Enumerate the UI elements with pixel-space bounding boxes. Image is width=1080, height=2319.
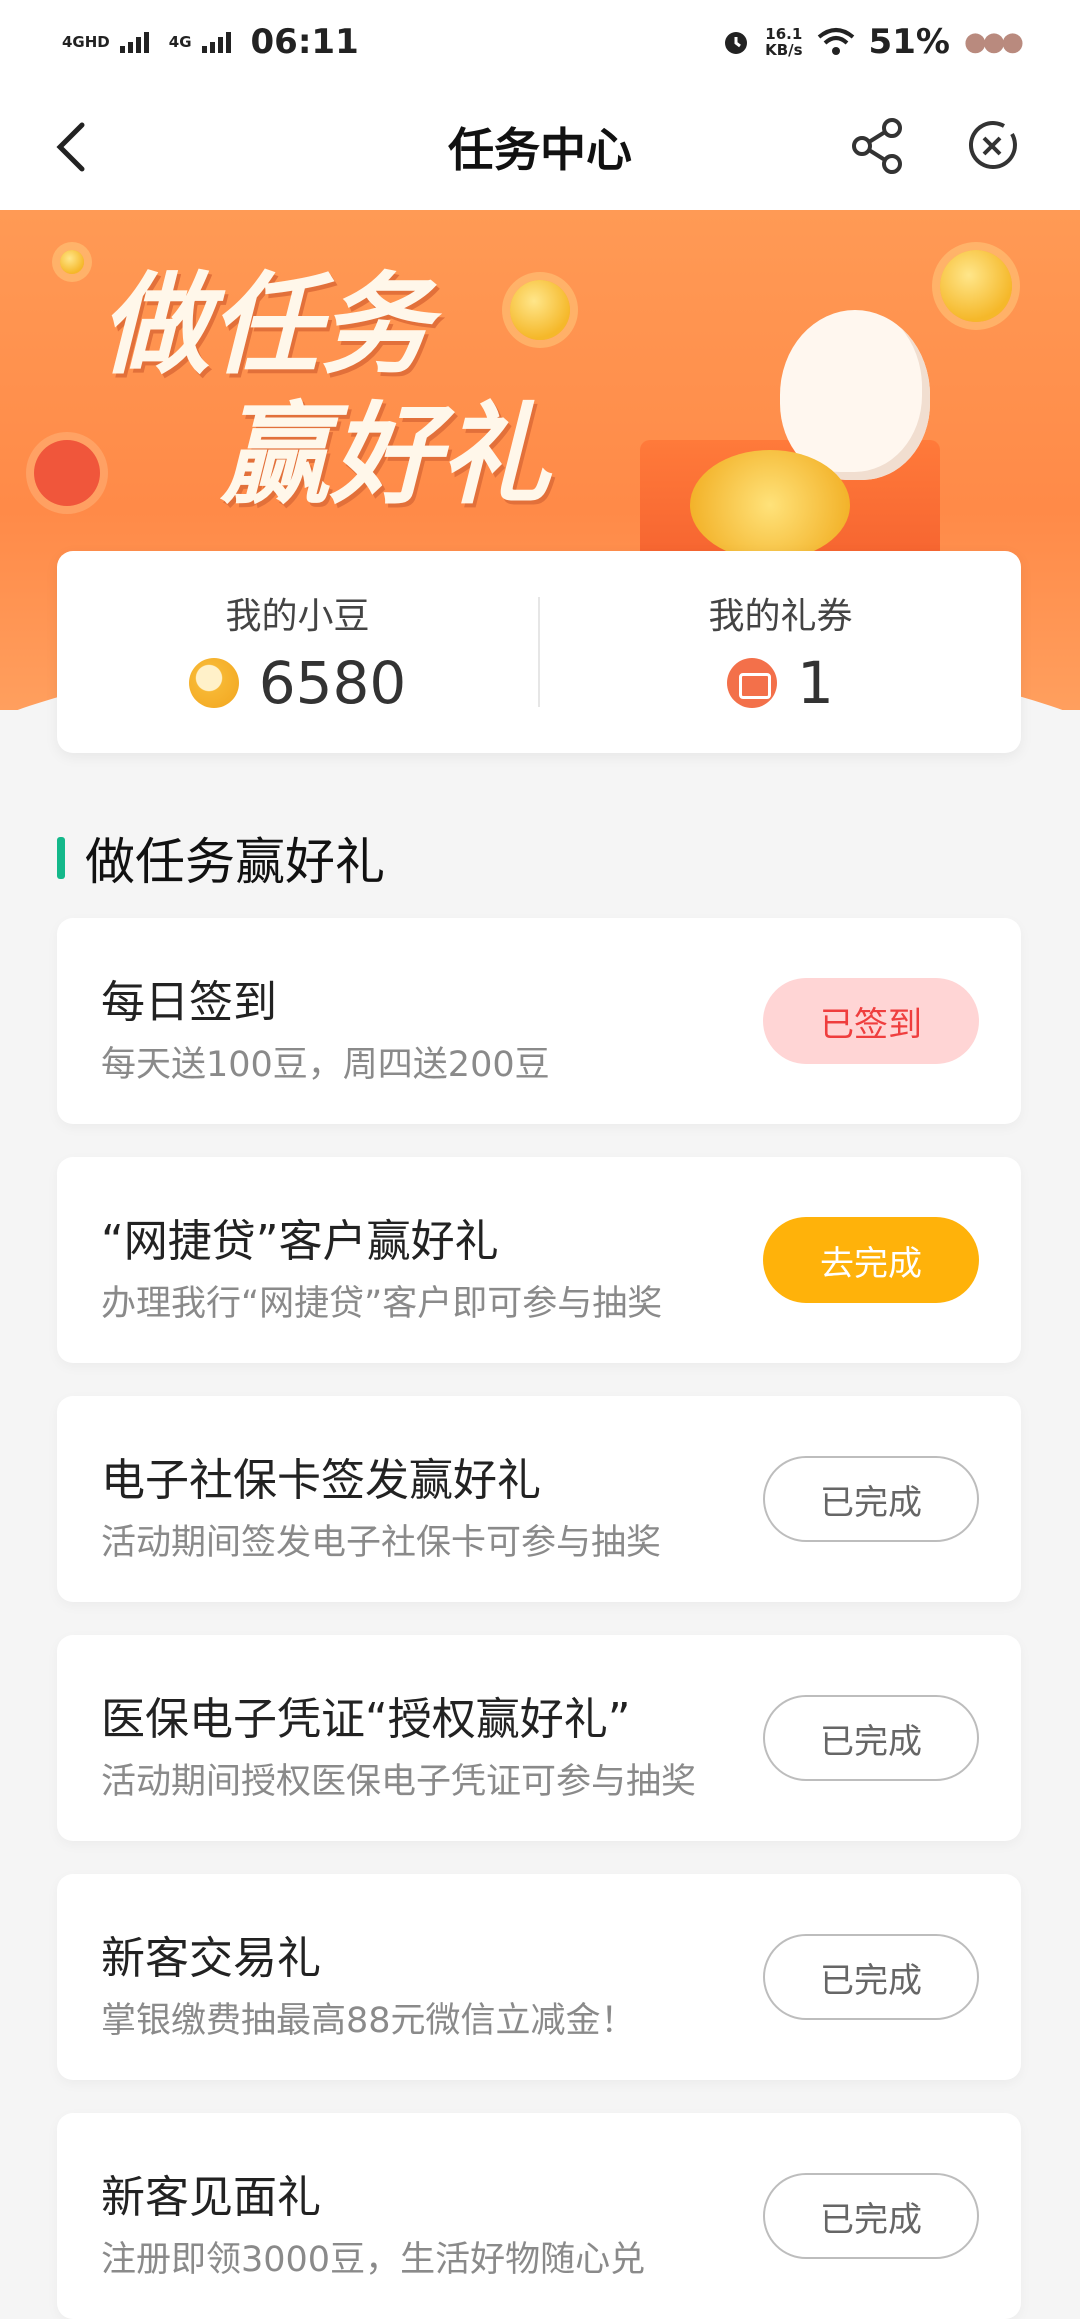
task-card: 电子社保卡签发赢好礼 活动期间签发电子社保卡可参与抽奖 已完成: [57, 1396, 1021, 1602]
bean-icon: [188, 658, 239, 708]
beans-label: 我的小豆: [225, 596, 370, 637]
task-desc: 办理我行“网捷贷”客户即可参与抽奖: [101, 1284, 663, 1324]
coin-decoration-icon: [60, 250, 84, 274]
coin-decoration-icon: [940, 250, 1012, 322]
task-title: 新客见面礼: [101, 2172, 321, 2223]
task-title: “网捷贷”客户赢好礼: [101, 1216, 499, 1267]
task-desc: 注册即领3000豆，生活好物随心兑: [101, 2240, 646, 2280]
beans-value: 6580: [258, 649, 407, 717]
section-accent-bar: [57, 837, 65, 879]
signed-in-button[interactable]: 已签到: [763, 978, 979, 1064]
banner-title: 做任务 赢好礼: [100, 260, 550, 520]
task-desc: 活动期间签发电子社保卡可参与抽奖: [101, 1523, 662, 1563]
gold-coins-icon: [690, 450, 850, 560]
coupons-stat[interactable]: 我的礼券 1: [540, 587, 1021, 717]
coupons-value: 1: [797, 649, 834, 717]
section-title: 做任务赢好礼: [85, 833, 385, 891]
coupons-label: 我的礼券: [708, 596, 853, 637]
task-card: 医保电子凭证“授权赢好礼” 活动期间授权医保电子凭证可参与抽奖 已完成: [57, 1635, 1021, 1841]
stats-card: 我的小豆 6580 我的礼券 1: [57, 551, 1021, 753]
signal-icon-2: [201, 31, 231, 53]
close-icon[interactable]: [960, 114, 1024, 178]
status-right: 16.1 KB/s 51% ●●●: [721, 22, 1024, 62]
completed-button[interactable]: 已完成: [763, 1695, 979, 1781]
status-bar: 4GHD 4G 06:11 16.1 KB/s 51% ●●●: [0, 0, 1080, 84]
coupons-value-row: 1: [540, 649, 1021, 717]
alarm-icon: [725, 32, 748, 54]
coupon-icon: [727, 658, 778, 708]
notification-dots-icon: ●●●: [963, 27, 1024, 57]
network-type-2: 4G: [168, 32, 192, 51]
go-complete-button[interactable]: 去完成: [763, 1217, 979, 1303]
section-header: 做任务赢好礼: [57, 822, 385, 894]
task-title: 每日签到: [101, 977, 277, 1028]
task-card: 新客见面礼 注册即领3000豆，生活好物随心兑 已完成: [57, 2113, 1021, 2319]
nav-bar: 任务中心: [0, 84, 1080, 210]
task-desc: 每天送100豆，周四送200豆: [101, 1045, 550, 1085]
task-title: 电子社保卡签发赢好礼: [101, 1455, 541, 1506]
completed-button[interactable]: 已完成: [763, 1456, 979, 1542]
signal-icon-1: [119, 31, 149, 53]
task-card: 每日签到 每天送100豆，周四送200豆 已签到: [57, 918, 1021, 1124]
battery-percent: 51%: [868, 22, 950, 62]
back-icon[interactable]: [44, 117, 104, 177]
beans-stat[interactable]: 我的小豆 6580: [57, 587, 538, 717]
status-left: 4GHD 4G 06:11: [62, 22, 359, 62]
speed-unit: KB/s: [765, 41, 803, 59]
beans-value-row: 6580: [57, 649, 538, 717]
task-title: 新客交易礼: [101, 1933, 321, 1984]
banner-title-line1: 做任务: [100, 261, 430, 389]
banner-title-line2: 赢好礼: [220, 391, 550, 519]
page-title: 任务中心: [448, 123, 632, 177]
speed-value: 16.1: [765, 25, 803, 43]
network-type-1: 4GHD: [62, 32, 110, 51]
task-desc: 活动期间授权医保电子凭证可参与抽奖: [101, 1762, 697, 1802]
task-card: 新客交易礼 掌银缴费抽最高88元微信立减金！ 已完成: [57, 1874, 1021, 2080]
task-title: 医保电子凭证“授权赢好礼”: [101, 1694, 631, 1745]
red-packet-icon: [34, 440, 100, 506]
completed-button[interactable]: 已完成: [763, 1934, 979, 2020]
wifi-icon: [817, 28, 854, 55]
task-desc: 掌银缴费抽最高88元微信立减金！: [101, 2001, 636, 2041]
network-speed: 16.1 KB/s: [765, 26, 802, 58]
completed-button[interactable]: 已完成: [763, 2173, 979, 2259]
task-card: “网捷贷”客户赢好礼 办理我行“网捷贷”客户即可参与抽奖 去完成: [57, 1157, 1021, 1363]
status-time: 06:11: [250, 22, 359, 62]
share-icon[interactable]: [846, 114, 910, 178]
